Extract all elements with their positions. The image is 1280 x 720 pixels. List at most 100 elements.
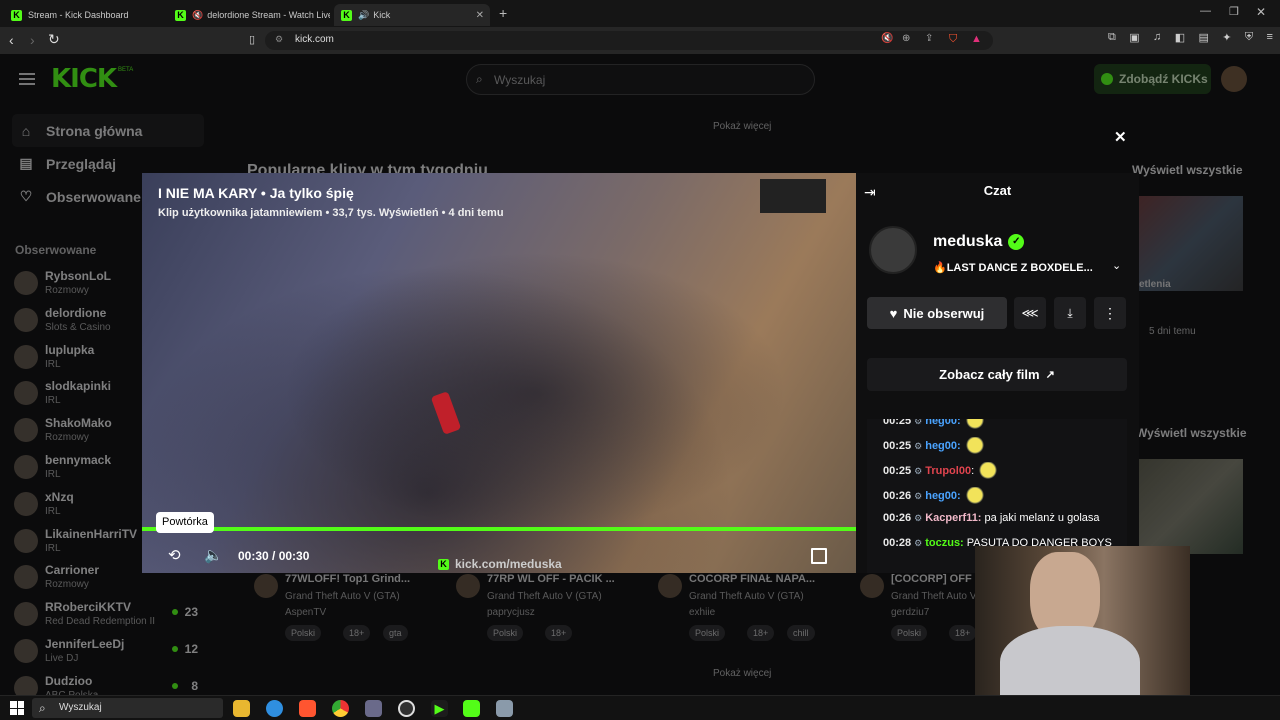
stream-tag[interactable]: 18+ bbox=[545, 625, 573, 641]
muted-icon: 🔇 bbox=[192, 9, 204, 20]
chat-username[interactable]: heg00: bbox=[925, 419, 960, 427]
chat-username[interactable]: heg00: bbox=[925, 440, 960, 452]
replay-icon[interactable]: ⟲ bbox=[168, 546, 181, 564]
view-all-link[interactable]: Wyświetl wszystkie bbox=[1132, 163, 1243, 177]
leo-ai-icon[interactable]: ✦ bbox=[1222, 31, 1231, 49]
window-close-icon[interactable]: ✕ bbox=[1256, 5, 1266, 19]
fullscreen-icon[interactable] bbox=[811, 548, 827, 564]
address-field[interactable]: ⚙ kick.com 🔇 ⊕ ⇪ ⛉ ▲ bbox=[265, 31, 993, 50]
browser-tab-kick[interactable]: K 🔊 Kick ✕ bbox=[334, 4, 490, 26]
view-all-link[interactable]: Wyświetl wszystkie bbox=[1136, 426, 1247, 440]
music-icon[interactable]: ♫ bbox=[1153, 31, 1161, 49]
site-info-icon[interactable]: ⚙ bbox=[275, 34, 283, 45]
user-avatar[interactable] bbox=[1221, 66, 1247, 92]
download-icon[interactable]: ⤓ bbox=[1054, 297, 1086, 329]
wallet-icon[interactable]: ▤ bbox=[1198, 31, 1208, 49]
stream-tag[interactable]: 18+ bbox=[343, 625, 371, 641]
streaming-app-icon[interactable]: ▶ bbox=[431, 700, 448, 717]
chat-username[interactable]: toczus: bbox=[925, 537, 964, 549]
stream-tag[interactable]: 18+ bbox=[949, 625, 977, 641]
chat-time: 00:26 bbox=[883, 512, 912, 524]
search-input[interactable]: ⌕ Wyszukaj bbox=[466, 64, 815, 95]
brave-rewards-icon[interactable]: ▲ bbox=[971, 33, 982, 45]
clip-player[interactable]: I NIE MA KARY • Ja tylko śpię Klip użytk… bbox=[142, 173, 856, 573]
chrome-icon[interactable] bbox=[332, 700, 349, 717]
channel-name[interactable]: meduska bbox=[933, 233, 1002, 251]
kick-watermark-icon: K bbox=[438, 558, 449, 570]
volume-icon[interactable]: 🔈 bbox=[204, 546, 223, 564]
chat-username[interactable]: Trupol00 bbox=[925, 465, 971, 477]
brave-icon[interactable] bbox=[299, 700, 316, 717]
vpn-icon[interactable]: ⛨ bbox=[1245, 31, 1253, 49]
stream-thumbnail[interactable] bbox=[1139, 459, 1243, 554]
sidebar-icon[interactable]: ◧ bbox=[1175, 31, 1185, 49]
progress-track[interactable] bbox=[142, 527, 856, 531]
kick-app-icon[interactable] bbox=[463, 700, 480, 717]
taskbar-search[interactable]: ⌕ Wyszukaj bbox=[32, 698, 223, 718]
badge-icon: ⚙ bbox=[914, 513, 923, 523]
channel-category: IRL bbox=[45, 542, 61, 554]
watch-full-button[interactable]: Zobacz cały film ↗ bbox=[867, 358, 1127, 391]
chevron-down-icon[interactable]: ⌄ bbox=[1112, 259, 1121, 272]
stream-tag[interactable]: Polski bbox=[689, 625, 726, 641]
channel-avatar bbox=[14, 455, 38, 479]
channel-name: RRoberciKKTV bbox=[45, 600, 132, 615]
obs-icon[interactable] bbox=[398, 700, 415, 717]
minimize-icon[interactable]: — bbox=[1200, 5, 1211, 17]
show-more-link[interactable]: Pokaż więcej bbox=[713, 121, 771, 132]
taskbar-search-label: Wyszukaj bbox=[59, 702, 102, 713]
mute-site-icon[interactable]: 🔇 bbox=[881, 33, 893, 44]
kicks-coin-icon bbox=[1101, 73, 1113, 85]
stream-tag[interactable]: gta bbox=[383, 625, 408, 641]
channel-category: Red Dead Redemption II bbox=[45, 616, 156, 628]
share-page-icon[interactable]: ⇪ bbox=[925, 33, 933, 44]
kick-logo[interactable]: KICK bbox=[51, 64, 117, 94]
browser-tab-dashboard[interactable]: K Stream - Kick Dashboard bbox=[4, 4, 164, 26]
screenshot-icon[interactable]: ▣ bbox=[1129, 31, 1139, 49]
stream-tag[interactable]: Polski bbox=[891, 625, 928, 641]
app-icon[interactable] bbox=[365, 700, 382, 717]
clip-thumbnail[interactable] bbox=[1139, 196, 1243, 291]
stream-tag[interactable]: Polski bbox=[487, 625, 524, 641]
bookmark-icon[interactable]: ▯ bbox=[249, 33, 255, 46]
stream-game: Grand Theft Auto V (GTA) bbox=[487, 591, 602, 602]
followed-channel-item[interactable]: JenniferLeeDj Live DJ 12 bbox=[14, 636, 204, 672]
forward-icon[interactable]: › bbox=[30, 32, 35, 48]
channel-avatar[interactable] bbox=[869, 226, 917, 274]
unfollow-button[interactable]: ♥ Nie obserwuj bbox=[867, 297, 1007, 329]
chat-text: : bbox=[971, 464, 975, 477]
share-icon[interactable]: ⋘ bbox=[1014, 297, 1046, 329]
nav-home[interactable]: ⌂ Strona główna bbox=[12, 114, 204, 147]
followed-channel-item[interactable]: RRoberciKKTV Red Dead Redemption II 23 bbox=[14, 599, 204, 635]
badge-icon: ⚙ bbox=[914, 465, 923, 476]
brave-shield-icon[interactable]: ⛉ bbox=[949, 33, 957, 46]
security-app-icon[interactable] bbox=[496, 700, 513, 717]
channel-category: Slots & Casino bbox=[45, 321, 111, 333]
new-tab-icon[interactable]: + bbox=[499, 5, 507, 21]
close-tab-icon[interactable]: ✕ bbox=[476, 10, 484, 21]
chat-username[interactable]: heg00: bbox=[925, 490, 960, 502]
zoom-icon[interactable]: ⊕ bbox=[902, 33, 910, 44]
stream-tag[interactable]: 18+ bbox=[747, 625, 775, 641]
get-kicks-button[interactable]: Zdobądź KICKs bbox=[1094, 64, 1211, 94]
followed-heading: Obserwowane bbox=[15, 243, 97, 257]
chat-username[interactable]: Kacperf11: bbox=[925, 512, 981, 524]
browser-tab-delordione[interactable]: K 🔇 delordione Stream - Watch Live o bbox=[168, 4, 330, 26]
back-icon[interactable]: ‹ bbox=[9, 32, 14, 48]
more-options-icon[interactable]: ⋮ bbox=[1094, 297, 1126, 329]
hamburger-menu-icon[interactable] bbox=[19, 73, 35, 85]
show-more-link[interactable]: Pokaż więcej bbox=[713, 668, 771, 679]
restore-icon[interactable]: ❐ bbox=[1229, 5, 1239, 18]
menu-icon[interactable]: ≡ bbox=[1267, 31, 1273, 49]
stream-tag[interactable]: Polski bbox=[285, 625, 322, 641]
start-icon[interactable] bbox=[10, 701, 24, 715]
extensions-icon[interactable]: ⧉ bbox=[1108, 31, 1116, 49]
edge-icon[interactable] bbox=[266, 700, 283, 717]
reload-icon[interactable]: ↻ bbox=[48, 31, 60, 48]
close-modal-icon[interactable]: ✕ bbox=[1114, 128, 1127, 146]
file-explorer-icon[interactable] bbox=[233, 700, 250, 717]
stream-tag[interactable]: chill bbox=[787, 625, 815, 641]
chat-message: 00:26 ⚙ Kacperf11: pa jaki melanż u golasa bbox=[883, 512, 1100, 524]
channel-name: delordione bbox=[45, 305, 107, 320]
audio-icon: 🔊 bbox=[358, 9, 370, 20]
